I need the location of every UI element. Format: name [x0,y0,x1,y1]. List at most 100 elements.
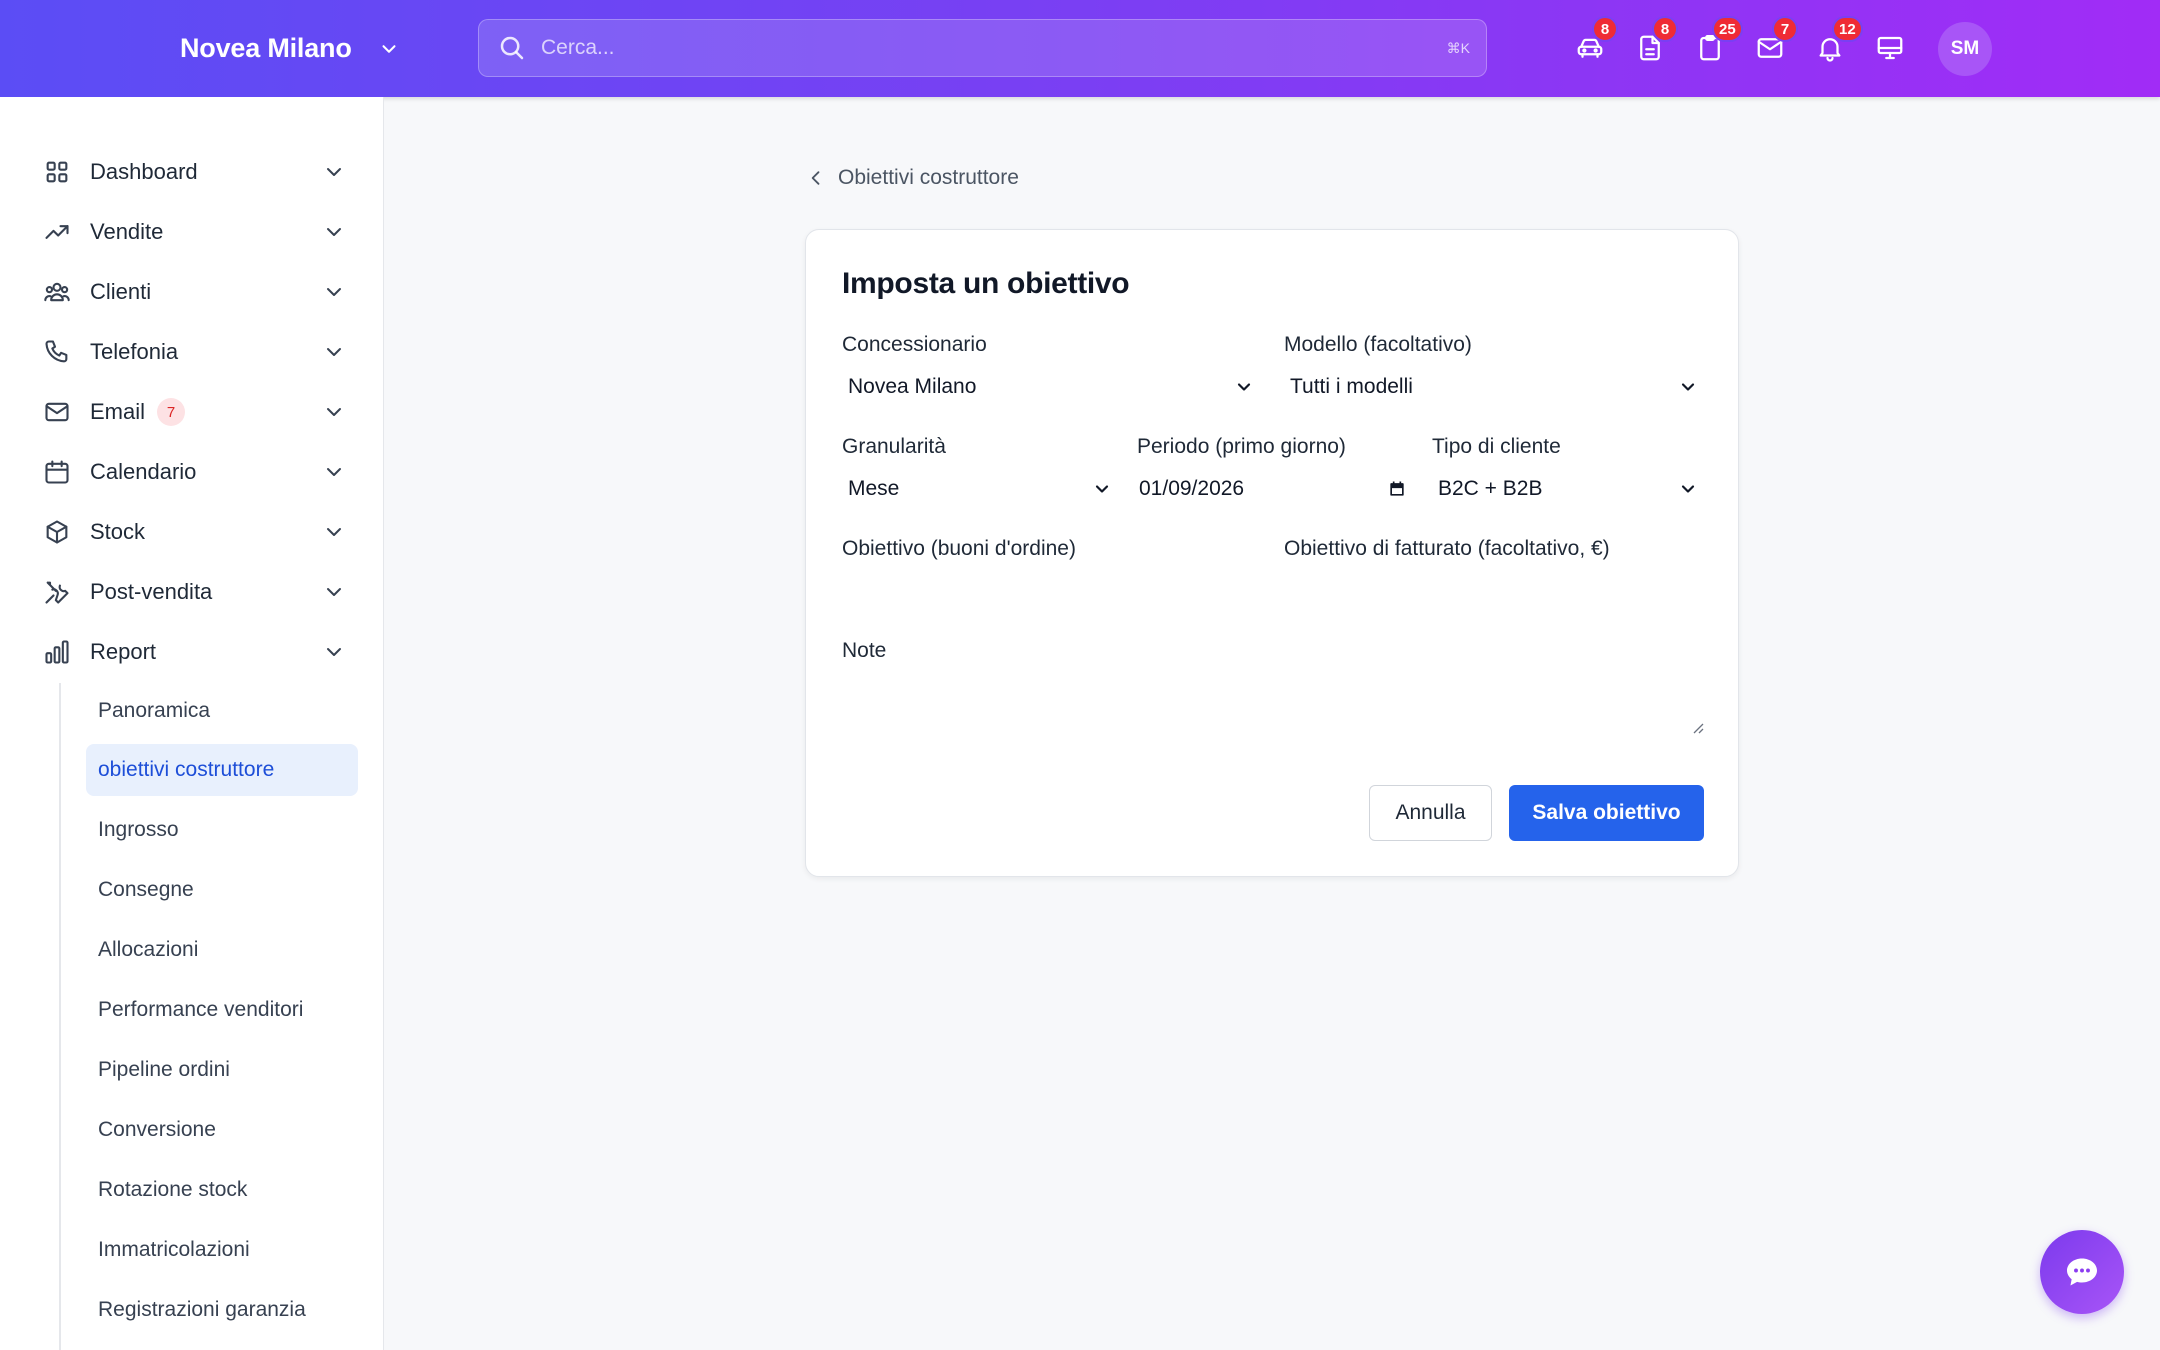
resize-handle-icon[interactable] [1690,720,1704,734]
sidebar-subitem-performance-venditori[interactable]: Performance venditori [86,984,358,1036]
notification-badge: 7 [1772,16,1798,42]
granularity-value: Mese [848,477,900,500]
notification-badge: 8 [1652,16,1678,42]
sidebar-item-email[interactable]: Email 7 [30,384,356,440]
sidebar-subitem-consegne[interactable]: Consegne [86,864,358,916]
chevron-down-icon [327,228,341,236]
chevron-down-icon [327,168,341,176]
notes-label: Note [842,639,887,662]
search-icon [500,36,524,60]
sidebar-subitem-pipeline-ordini[interactable]: Pipeline ordini [86,1044,358,1096]
sidebar-subitem-immatricolazioni[interactable]: Immatricolazioni [86,1224,358,1276]
period-label: Periodo (primo giorno) [1137,435,1346,458]
sidebar-item-label: Telefonia [90,339,179,364]
sidebar-item-stock[interactable]: Stock [30,504,356,560]
period-date-input[interactable]: 01/09/2026 [1137,469,1407,509]
sidebar-item-label: Dashboard [90,159,198,184]
chat-button[interactable] [2040,1230,2124,1314]
top-bar: Novea Milano ⌘K 8 8 25 7 12 SM [0,0,2160,97]
trend-up-icon [42,217,72,247]
sidebar-subitem-allocazioni[interactable]: Allocazioni [86,924,358,976]
submenu-divider [59,683,61,1350]
user-avatar[interactable]: SM [1938,22,1992,76]
chevron-down-icon [327,468,341,476]
search-input[interactable] [541,36,1447,60]
sidebar-item-post-vendita[interactable]: Post-vendita [30,564,356,620]
sidebar-subitem-ingrosso[interactable]: Ingrosso [86,804,358,856]
chevron-down-icon [327,528,341,536]
sidebar-item-label: Calendario [90,459,197,484]
notification-badge: 25 [1712,16,1743,42]
sidebar-item-calendario[interactable]: Calendario [30,444,356,500]
sidebar: Dashboard Vendite Clienti Telefonia Emai… [0,97,384,1350]
grid-icon [42,157,72,187]
cube-icon [42,517,72,547]
customer-type-value: B2C + B2B [1438,477,1543,500]
sidebar-item-clienti[interactable]: Clienti [30,264,356,320]
dealer-value: Novea Milano [848,375,977,398]
sidebar-item-label: Clienti [90,279,152,304]
chevron-down-icon [327,348,341,356]
brand-name: Novea Milano [180,33,352,63]
orders-target-input[interactable] [842,571,1254,611]
revenue-target-input[interactable] [1284,571,1698,611]
notifications-button[interactable]: 12 [1810,16,1863,68]
notification-badge: 8 [1592,16,1618,42]
calendar-icon [1390,481,1404,496]
sidebar-subitem-rotazione-stock[interactable]: Rotazione stock [86,1164,358,1216]
sidebar-item-label: Email [90,399,146,424]
chat-bubble-icon [2067,1258,2097,1286]
search-shortcut: ⌘K [1446,39,1470,56]
breadcrumb-label: Obiettivi costruttore [838,166,1019,189]
sidebar-item-label: Report [90,639,157,664]
monitor-icon [1877,36,1903,60]
model-select[interactable]: Tutti i modelli [1284,367,1698,407]
sidebar-subitem-obiettivi-costruttore[interactable]: obiettivi costruttore [86,744,358,796]
sidebar-subitem-registrazioni-garanzia[interactable]: Registrazioni garanzia [86,1284,358,1336]
sidebar-item-vendite[interactable]: Vendite [30,204,356,260]
customer-type-select[interactable]: B2C + B2B [1432,469,1698,509]
chevron-down-icon [327,648,341,656]
display-button[interactable] [1870,28,1910,68]
chevron-down-icon [1237,383,1251,391]
vehicles-button[interactable]: 8 [1570,16,1618,68]
sidebar-item-report[interactable]: Report [30,624,356,680]
dealer-select[interactable]: Novea Milano [842,367,1254,407]
sidebar-subitem-conversione[interactable]: Conversione [86,1104,358,1156]
notification-badge: 12 [1832,16,1863,42]
save-target-button[interactable]: Salva obiettivo [1509,785,1704,841]
documents-button[interactable]: 8 [1630,16,1678,68]
search-bar[interactable]: ⌘K [478,19,1487,77]
sidebar-item-label: Vendite [90,219,164,244]
cancel-button[interactable]: Annulla [1369,785,1492,841]
tasks-button[interactable]: 25 [1690,16,1743,68]
granularity-select[interactable]: Mese [842,469,1112,509]
chevron-down-icon [327,588,341,596]
sidebar-item-telefonia[interactable]: Telefonia [30,324,356,380]
users-icon [42,277,72,307]
chevron-down-icon [327,288,341,296]
mail-button[interactable]: 7 [1750,16,1798,68]
notes-textarea[interactable] [842,673,1704,737]
tools-icon [42,577,72,607]
calendar-icon [42,457,72,487]
chevron-down-icon [1681,485,1695,493]
sidebar-item-label: Stock [90,519,146,544]
chevron-down-icon [382,44,396,53]
model-value: Tutti i modelli [1290,375,1413,398]
chevron-down-icon [1095,485,1109,493]
breadcrumb[interactable]: Obiettivi costruttore [806,166,1019,190]
chevron-left-icon [811,171,820,185]
unread-badge: 7 [157,398,186,426]
target-form-card: Imposta un obiettivo Concessionario Nove… [805,229,1739,877]
chevron-down-icon [1681,383,1695,391]
sidebar-item-label: Post-vendita [90,579,213,604]
orders-target-label: Obiettivo (buoni d'ordine) [842,537,1076,560]
dealer-label: Concessionario [842,333,987,356]
bar-chart-icon [42,637,72,667]
sidebar-subitem-panoramica[interactable]: Panoramica [86,685,358,737]
dealer-switcher[interactable]: Novea Milano [180,0,400,97]
sidebar-item-dashboard[interactable]: Dashboard [30,144,356,200]
granularity-label: Granularità [842,435,946,458]
model-label: Modello (facoltativo) [1284,333,1472,356]
